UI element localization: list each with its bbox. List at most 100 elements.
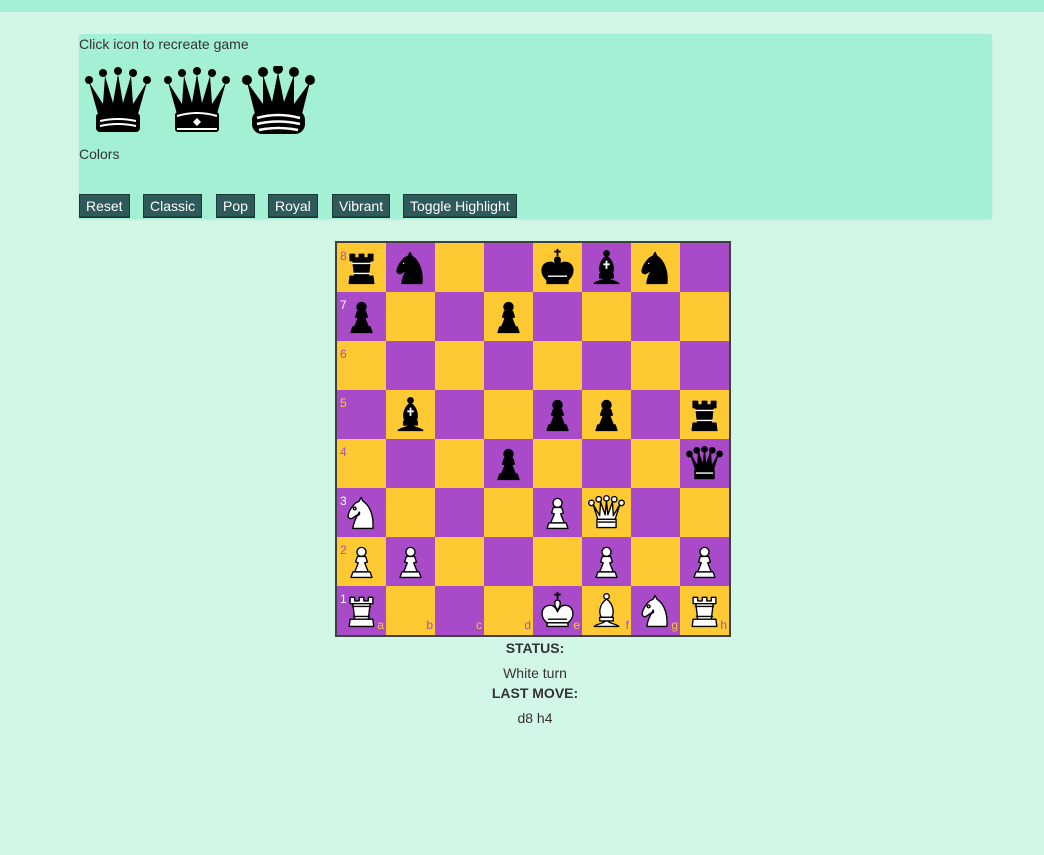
black-pawn-icon[interactable] xyxy=(488,443,529,484)
white-king-icon[interactable] xyxy=(537,590,578,631)
square-c2[interactable] xyxy=(435,537,484,586)
white-knight-icon[interactable] xyxy=(635,590,676,631)
square-d8[interactable] xyxy=(484,243,533,292)
square-d1[interactable]: d xyxy=(484,586,533,635)
black-rook-icon[interactable] xyxy=(341,247,382,288)
square-g2[interactable] xyxy=(631,537,680,586)
black-pawn-icon[interactable] xyxy=(488,296,529,337)
square-b8[interactable] xyxy=(386,243,435,292)
square-b2[interactable] xyxy=(386,537,435,586)
square-d7[interactable] xyxy=(484,292,533,341)
white-pawn-icon[interactable] xyxy=(537,492,578,533)
black-queen-icon[interactable] xyxy=(684,443,725,484)
square-g3[interactable] xyxy=(631,488,680,537)
square-f1[interactable]: f xyxy=(582,586,631,635)
square-a6[interactable]: 6 xyxy=(337,341,386,390)
square-a1[interactable]: 1a xyxy=(337,586,386,635)
square-c7[interactable] xyxy=(435,292,484,341)
square-h2[interactable] xyxy=(680,537,729,586)
black-bishop-icon[interactable] xyxy=(586,247,627,288)
white-bishop-icon[interactable] xyxy=(586,590,627,631)
square-f2[interactable] xyxy=(582,537,631,586)
square-h6[interactable] xyxy=(680,341,729,390)
square-h8[interactable] xyxy=(680,243,729,292)
square-b5[interactable] xyxy=(386,390,435,439)
square-g6[interactable] xyxy=(631,341,680,390)
square-c3[interactable] xyxy=(435,488,484,537)
square-b3[interactable] xyxy=(386,488,435,537)
square-f4[interactable] xyxy=(582,439,631,488)
colors-label: Colors xyxy=(79,146,120,162)
square-g5[interactable] xyxy=(631,390,680,439)
queen-icon[interactable] xyxy=(83,66,153,134)
square-a7[interactable]: 7 xyxy=(337,292,386,341)
square-f5[interactable] xyxy=(582,390,631,439)
queen-icon[interactable] xyxy=(162,66,232,134)
white-pawn-icon[interactable] xyxy=(684,541,725,582)
square-e6[interactable] xyxy=(533,341,582,390)
square-a8[interactable]: 8 xyxy=(337,243,386,292)
royal-button[interactable]: Royal xyxy=(268,194,318,218)
square-d4[interactable] xyxy=(484,439,533,488)
black-king-icon[interactable] xyxy=(537,247,578,288)
rank-label: 6 xyxy=(340,347,347,361)
square-c5[interactable] xyxy=(435,390,484,439)
white-queen-icon[interactable] xyxy=(586,492,627,533)
black-knight-icon[interactable] xyxy=(390,247,431,288)
square-g4[interactable] xyxy=(631,439,680,488)
square-g8[interactable] xyxy=(631,243,680,292)
square-d5[interactable] xyxy=(484,390,533,439)
square-d3[interactable] xyxy=(484,488,533,537)
square-g7[interactable] xyxy=(631,292,680,341)
white-pawn-icon[interactable] xyxy=(390,541,431,582)
square-g1[interactable]: g xyxy=(631,586,680,635)
black-bishop-icon[interactable] xyxy=(390,394,431,435)
square-h4[interactable] xyxy=(680,439,729,488)
vibrant-button[interactable]: Vibrant xyxy=(332,194,391,218)
square-h1[interactable]: h xyxy=(680,586,729,635)
square-e2[interactable] xyxy=(533,537,582,586)
queen-icon[interactable] xyxy=(241,66,316,136)
square-a2[interactable]: 2 xyxy=(337,537,386,586)
square-e1[interactable]: e xyxy=(533,586,582,635)
white-rook-icon[interactable] xyxy=(684,590,725,631)
square-e5[interactable] xyxy=(533,390,582,439)
square-b6[interactable] xyxy=(386,341,435,390)
square-a3[interactable]: 3 xyxy=(337,488,386,537)
white-knight-icon[interactable] xyxy=(341,492,382,533)
square-f8[interactable] xyxy=(582,243,631,292)
square-h5[interactable] xyxy=(680,390,729,439)
square-b1[interactable]: b xyxy=(386,586,435,635)
square-d2[interactable] xyxy=(484,537,533,586)
square-f3[interactable] xyxy=(582,488,631,537)
square-c1[interactable]: c xyxy=(435,586,484,635)
reset-button[interactable]: Reset xyxy=(79,194,130,218)
white-pawn-icon[interactable] xyxy=(586,541,627,582)
square-f6[interactable] xyxy=(582,341,631,390)
square-a4[interactable]: 4 xyxy=(337,439,386,488)
white-pawn-icon[interactable] xyxy=(341,541,382,582)
square-e7[interactable] xyxy=(533,292,582,341)
square-c8[interactable] xyxy=(435,243,484,292)
black-pawn-icon[interactable] xyxy=(341,296,382,337)
black-pawn-icon[interactable] xyxy=(586,394,627,435)
square-b7[interactable] xyxy=(386,292,435,341)
square-h3[interactable] xyxy=(680,488,729,537)
pop-button[interactable]: Pop xyxy=(216,194,255,218)
square-a5[interactable]: 5 xyxy=(337,390,386,439)
square-e8[interactable] xyxy=(533,243,582,292)
black-knight-icon[interactable] xyxy=(635,247,676,288)
black-pawn-icon[interactable] xyxy=(537,394,578,435)
square-c6[interactable] xyxy=(435,341,484,390)
square-h7[interactable] xyxy=(680,292,729,341)
white-rook-icon[interactable] xyxy=(341,590,382,631)
toggle-highlight-button[interactable]: Toggle Highlight xyxy=(403,194,517,218)
square-f7[interactable] xyxy=(582,292,631,341)
black-rook-icon[interactable] xyxy=(684,394,725,435)
classic-button[interactable]: Classic xyxy=(143,194,203,218)
square-c4[interactable] xyxy=(435,439,484,488)
square-e3[interactable] xyxy=(533,488,582,537)
square-e4[interactable] xyxy=(533,439,582,488)
square-d6[interactable] xyxy=(484,341,533,390)
square-b4[interactable] xyxy=(386,439,435,488)
